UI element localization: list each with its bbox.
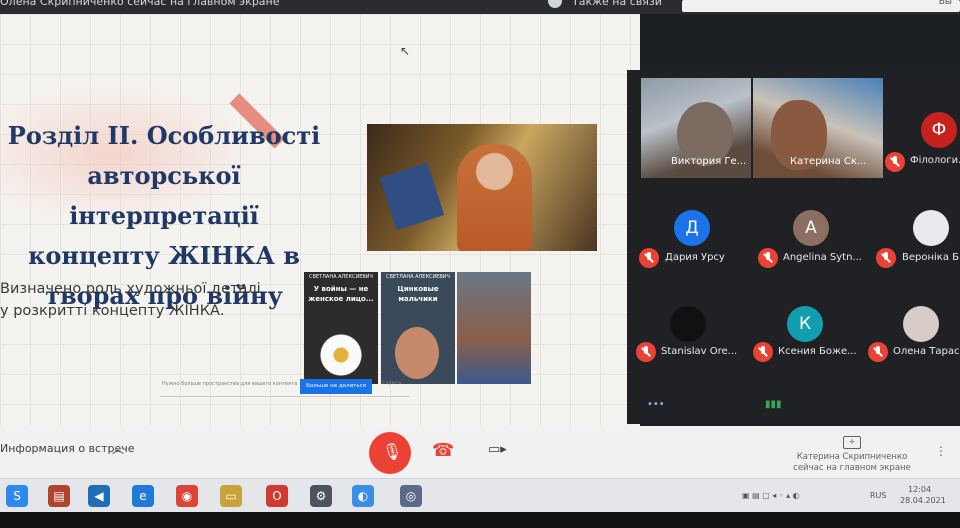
book-cover-3: [457, 272, 531, 384]
boy-face-image: [395, 327, 439, 379]
presenter-status-line: Катерина Скрипниченко: [796, 452, 908, 462]
more-options-icon[interactable]: ⋮: [935, 444, 947, 458]
audio-level-icon: ▮▮▮: [765, 399, 782, 410]
mouse-cursor-icon: ↖: [400, 44, 411, 58]
tray-icons[interactable]: ▣ ▤ ▢ ◂ ◦ ▴ ◐: [742, 491, 800, 500]
participant-name: Філологи...: [910, 155, 960, 166]
hang-up-button[interactable]: ☎: [432, 440, 454, 461]
book-title: У войны — не женское лицо...: [308, 285, 374, 303]
windows-taskbar: S ▤ ◀ e ◉ ▭ O ⚙ ◐ ◎ ▣ ▤ ▢ ◂ ◦ ▴ ◐ RUS 12…: [0, 478, 960, 512]
hide-hint-button[interactable]: Скрыть: [382, 380, 402, 386]
avatar: [913, 210, 949, 246]
monitor-bezel: [0, 512, 960, 528]
settings-gear-icon[interactable]: ⚙: [310, 485, 332, 507]
stop-sharing-button[interactable]: Больше не делиться: [300, 379, 372, 394]
browser-icon[interactable]: ◐: [352, 485, 374, 507]
mic-off-icon: [753, 342, 773, 362]
share-hint-text: Нужно больше пространства для вашего кон…: [162, 381, 298, 387]
book-author: СВЕТЛАНА АЛЕКСИЕВИЧ: [309, 274, 373, 280]
also-connected-label: Также на связи: [572, 0, 662, 8]
mic-off-icon: [885, 152, 905, 172]
mic-off-icon: [876, 248, 896, 268]
author-photo: [367, 124, 597, 251]
slide-body-text: Визначено роль художньої деталі у розкри…: [0, 278, 290, 322]
avatar: К: [787, 306, 823, 342]
slide-title-line: Розділ ІІ. Особливості: [7, 121, 321, 150]
self-label: Вы: [938, 0, 952, 7]
participant-name: Angelina Sytn...: [783, 252, 862, 263]
mic-off-icon: [758, 248, 778, 268]
book-title: Цинковые мальчики: [397, 285, 439, 303]
divider: [160, 396, 410, 397]
present-screen-icon[interactable]: +: [843, 436, 861, 449]
book-in-hand: [379, 162, 445, 231]
participant-name: Ксения Боже...: [778, 346, 857, 357]
top-status-bar: Олена Скрипниченко сейчас на главном экр…: [0, 0, 960, 14]
book-cover-2: СВЕТЛАНА АЛЕКСИЕВИЧ Цинковые мальчики: [381, 272, 455, 384]
camera-button[interactable]: ▭▸: [488, 442, 507, 457]
slide-title-line: концепту ЖІНКА в: [28, 241, 300, 270]
presenter-status: Катерина Скрипниченко сейчас на главном …: [782, 452, 922, 474]
participant-name: Stanislav Ore...: [661, 346, 738, 357]
slide-body-line: у розкритті концепту ЖІНКА.: [0, 303, 225, 319]
avatar: Д: [674, 210, 710, 246]
screen: Олена Скрипниченко сейчас на главном экр…: [0, 0, 960, 528]
avatar: [548, 0, 562, 8]
mute-button[interactable]: 🎙: [369, 432, 411, 474]
clock-time[interactable]: 12:04: [908, 485, 931, 494]
book-author: СВЕТЛАНА АЛЕКСИЕВИЧ: [386, 274, 450, 280]
opera-icon[interactable]: O: [266, 485, 288, 507]
skype-icon[interactable]: S: [6, 485, 28, 507]
app-icon[interactable]: ▤: [48, 485, 70, 507]
participant-name: Олена Тарас...: [893, 346, 960, 357]
active-app-icon[interactable]: ◎: [400, 485, 422, 507]
book-cover-1: СВЕТЛАНА АЛЕКСИЕВИЧ У войны — не женское…: [304, 272, 378, 384]
participant-name: Катерина Ск...: [790, 156, 867, 167]
chevron-up-icon[interactable]: ︿: [112, 440, 124, 457]
language-indicator[interactable]: RUS: [870, 491, 887, 500]
audio-level-icon: •••: [647, 399, 665, 410]
avatar: Ф: [921, 112, 957, 148]
presenter-banner: Олена Скрипниченко сейчас на главном экр…: [0, 0, 280, 8]
daisy-image: [318, 332, 364, 378]
participant-name: Вероніка Б...: [902, 252, 960, 263]
self-view-tile[interactable]: Вы: [682, 0, 960, 12]
slide-body-line: Визначено роль художньої деталі: [0, 281, 261, 297]
slide-title-line: авторської інтерпретації: [69, 161, 259, 230]
chrome-icon[interactable]: ◉: [176, 485, 198, 507]
presenter-status-line: сейчас на главном экране: [793, 463, 911, 473]
arrow-app-icon[interactable]: ◀: [88, 485, 110, 507]
folder-icon[interactable]: ▭: [220, 485, 242, 507]
presentation-screen: Розділ ІІ. Особливості авторської інтерп…: [0, 14, 640, 434]
participant-name: Дария Урсу: [665, 252, 725, 263]
participants-grid: ••• Виктория Ге... ▮▮▮ Катерина Ск... Ф …: [627, 70, 960, 424]
clock-date[interactable]: 28.04.2021: [900, 496, 946, 505]
avatar: [903, 306, 939, 342]
avatar: [670, 306, 706, 342]
mic-off-icon: [868, 342, 888, 362]
author-figure: [457, 144, 532, 251]
mic-off-icon: [636, 342, 656, 362]
edge-icon[interactable]: e: [132, 485, 154, 507]
mic-off-icon: 🎙: [382, 442, 403, 461]
participant-name: Виктория Ге...: [671, 156, 747, 167]
mic-off-icon: [639, 248, 659, 268]
avatar: A: [793, 210, 829, 246]
meeting-controls-bar: Информация о встрече ︿ 🎙 ☎ ▭▸ + Катерина…: [0, 426, 960, 478]
